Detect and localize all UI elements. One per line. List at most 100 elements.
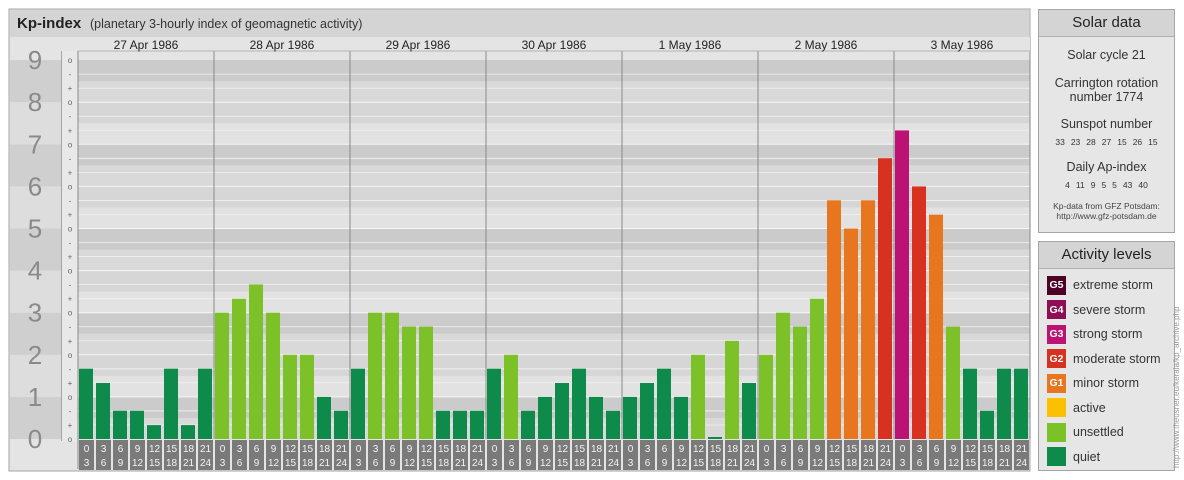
minor-tick-label: -	[69, 281, 72, 290]
interval-start-label: 12	[965, 444, 977, 455]
minor-tick-label: -	[69, 112, 72, 121]
kp-bar	[130, 410, 144, 439]
swatch-g3: G3	[1047, 324, 1066, 344]
minor-tick-label: +	[68, 253, 73, 262]
y-tick-label: 8	[28, 87, 42, 117]
interval-start-label: 18	[727, 444, 739, 455]
interval-end-label: 24	[608, 458, 620, 469]
ap-value: 5	[1112, 180, 1117, 190]
interval-end-label: 21	[999, 458, 1011, 469]
interval-end-label: 3	[356, 458, 362, 469]
minor-tick-label: +	[68, 168, 73, 177]
kp-bar	[555, 383, 569, 439]
level-unsettled: unsettled	[1047, 422, 1124, 442]
minor-tick-label: o	[68, 56, 73, 65]
kp-bar	[759, 354, 773, 439]
kp-bar	[691, 354, 705, 439]
kp-band-upper	[78, 60, 1030, 82]
interval-end-label: 24	[1016, 458, 1028, 469]
level-g1: G1 minor storm	[1047, 373, 1139, 393]
interval-end-label: 12	[676, 458, 688, 469]
interval-end-label: 6	[101, 458, 107, 469]
interval-start-label: 9	[271, 444, 277, 455]
minor-tick-label: o	[68, 225, 73, 234]
interval-start-label: 0	[220, 444, 226, 455]
level-active: active	[1047, 398, 1106, 418]
interval-end-label: 3	[84, 458, 90, 469]
interval-end-label: 21	[183, 458, 195, 469]
interval-end-label: 12	[404, 458, 416, 469]
interval-end-label: 6	[917, 458, 923, 469]
minor-tick-label: +	[68, 210, 73, 219]
sunspot-value: 26	[1132, 137, 1143, 147]
minor-tick-label: -	[69, 154, 72, 163]
interval-end-label: 6	[781, 458, 787, 469]
chart-subtitle: (planetary 3-hourly index of geomagnetic…	[90, 17, 362, 31]
interval-start-label: 15	[574, 444, 586, 455]
interval-start-label: 15	[710, 444, 722, 455]
sunspot-value: 15	[1148, 137, 1158, 147]
interval-start-label: 0	[492, 444, 498, 455]
y-tick-label: 3	[28, 298, 42, 328]
level-g2: G2 moderate storm	[1047, 349, 1161, 369]
interval-start-label: 0	[628, 444, 634, 455]
kp-bar	[300, 354, 314, 439]
interval-end-label: 12	[948, 458, 960, 469]
interval-end-label: 9	[254, 458, 260, 469]
interval-start-label: 21	[1016, 444, 1028, 455]
sunspot-value: 15	[1117, 137, 1127, 147]
interval-start-label: 9	[407, 444, 413, 455]
kp-bar	[232, 298, 246, 439]
kp-band-lower	[78, 123, 1030, 145]
interval-start-label: 12	[421, 444, 433, 455]
interval-end-label: 24	[336, 458, 348, 469]
kp-bar	[725, 340, 739, 439]
kp-bar	[708, 437, 722, 439]
level-quiet: quiet	[1047, 447, 1100, 467]
ap-value: 40	[1138, 180, 1148, 190]
day-label: 30 Apr 1986	[522, 38, 587, 52]
minor-tick-label: +	[68, 84, 73, 93]
interval-end-label: 12	[132, 458, 144, 469]
y-tick-label: 6	[28, 171, 42, 201]
minor-tick-label: +	[68, 126, 73, 135]
kp-bar	[521, 410, 535, 439]
minor-tick-label: +	[68, 337, 73, 346]
activity-levels-panel: Activity levels G5 extreme storm G4 seve…	[1038, 241, 1175, 471]
interval-end-label: 15	[285, 458, 297, 469]
kp-bar	[385, 312, 399, 439]
minor-tick-label: -	[69, 365, 72, 374]
interval-start-label: 18	[863, 444, 875, 455]
kp-bar	[215, 312, 229, 439]
activity-levels-title: Activity levels	[1039, 242, 1174, 269]
interval-end-label: 12	[268, 458, 280, 469]
interval-end-label: 15	[829, 458, 841, 469]
kp-band-lower	[78, 81, 1030, 103]
interval-start-label: 21	[744, 444, 756, 455]
interval-start-label: 15	[846, 444, 858, 455]
interval-end-label: 18	[574, 458, 586, 469]
interval-start-label: 3	[237, 444, 243, 455]
kp-bar	[980, 410, 994, 439]
kp-bar	[878, 158, 892, 439]
level-label-g1: minor storm	[1073, 376, 1139, 390]
interval-end-label: 9	[662, 458, 668, 469]
kp-bar	[640, 383, 654, 439]
interval-end-label: 15	[149, 458, 161, 469]
interval-end-label: 15	[693, 458, 705, 469]
y-tick-label: 7	[28, 129, 42, 159]
kp-bar	[997, 368, 1011, 439]
interval-start-label: 6	[254, 444, 260, 455]
swatch-g5: G5	[1047, 275, 1066, 295]
level-label-g5: extreme storm	[1073, 278, 1153, 292]
interval-end-label: 6	[645, 458, 651, 469]
interval-end-label: 21	[727, 458, 739, 469]
kp-bar	[742, 383, 756, 439]
interval-start-label: 3	[645, 444, 651, 455]
interval-end-label: 18	[982, 458, 994, 469]
interval-start-label: 18	[183, 444, 195, 455]
interval-start-label: 18	[319, 444, 331, 455]
interval-end-label: 18	[710, 458, 722, 469]
interval-start-label: 21	[200, 444, 212, 455]
minor-tick-label: o	[68, 182, 73, 191]
